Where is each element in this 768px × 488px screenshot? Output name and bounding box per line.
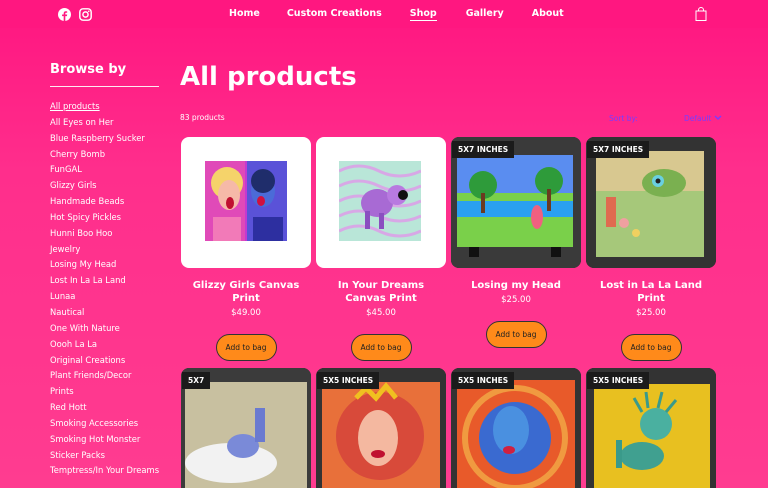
nav-home[interactable]: Home [229,8,260,21]
main-nav: Home Custom Creations Shop Gallery About [229,8,564,21]
product-image[interactable] [181,137,311,268]
product-image[interactable] [316,137,446,268]
social-links [58,8,92,21]
divider [50,86,159,87]
nav-custom-creations[interactable]: Custom Creations [287,8,382,21]
product-artwork [339,161,421,241]
size-badge: 5X7 INCHES [452,141,515,158]
category-link[interactable]: Temptress/In Your Dreams [50,465,159,475]
product-card[interactable]: Glizzy Girls Canvas Print $49.00 Add to … [181,137,311,361]
add-to-bag-button[interactable]: Add to bag [485,321,547,348]
product-price: $25.00 [501,295,531,305]
product-image[interactable]: 5X5 INCHES [586,368,716,488]
instagram-icon[interactable] [79,8,92,21]
product-card[interactable]: 5X7 INCHES Losing my Head $25.00 Add to … [451,137,581,348]
product-card[interactable]: 5X7 INCHES Lost in La La Land Print $25.… [586,137,716,361]
size-badge: 5X5 INCHES [317,372,380,389]
nav-about[interactable]: About [532,8,564,21]
add-to-bag-button[interactable]: Add to bag [350,334,412,361]
product-name[interactable]: Lost in La La Land Print [586,279,716,305]
category-sidebar: Browse by All products All Eyes on Her B… [50,62,160,475]
product-image[interactable]: 5X5 INCHES [316,368,446,488]
product-card[interactable]: 5X5 INCHES [586,368,716,488]
product-artwork [205,161,287,241]
category-list: All products All Eyes on Her Blue Raspbe… [50,94,160,475]
size-badge: 5X7 [182,372,211,389]
shopping-bag-icon[interactable] [695,7,707,21]
size-badge: 5X5 INCHES [587,372,650,389]
product-price: $45.00 [366,308,396,318]
size-badge: 5X5 INCHES [452,372,515,389]
product-count: 83 products [180,113,225,122]
nav-shop[interactable]: Shop [409,8,437,21]
sort-dropdown[interactable]: Sort by: Default [609,114,722,123]
product-image[interactable]: 5X5 INCHES [451,368,581,488]
sort-value[interactable]: Default [684,114,711,123]
add-to-bag-button[interactable]: Add to bag [215,334,277,361]
product-card[interactable]: 5X5 INCHES [451,368,581,488]
browse-heading: Browse by [50,62,127,77]
product-name[interactable]: Losing my Head [451,279,581,292]
product-image[interactable]: 5X7 INCHES [451,137,581,268]
product-name[interactable]: Glizzy Girls Canvas Print [181,279,311,305]
size-badge: 5X7 INCHES [587,141,650,158]
chevron-down-icon[interactable] [714,115,722,121]
product-price: $49.00 [231,308,261,318]
top-nav-bar: Home Custom Creations Shop Gallery About [0,0,768,28]
sort-label: Sort by: [609,114,638,123]
product-card[interactable]: In Your Dreams Canvas Print $45.00 Add t… [316,137,446,361]
facebook-icon[interactable] [58,8,71,21]
nav-gallery[interactable]: Gallery [466,8,504,21]
product-image[interactable]: 5X7 [181,368,311,488]
add-to-bag-button[interactable]: Add to bag [620,334,682,361]
product-image[interactable]: 5X7 INCHES [586,137,716,268]
product-card[interactable]: 5X5 INCHES [316,368,446,488]
product-name[interactable]: In Your Dreams Canvas Print [316,279,446,305]
page-title: All products [180,62,357,92]
product-price: $25.00 [636,308,666,318]
product-card[interactable]: 5X7 [181,368,311,488]
